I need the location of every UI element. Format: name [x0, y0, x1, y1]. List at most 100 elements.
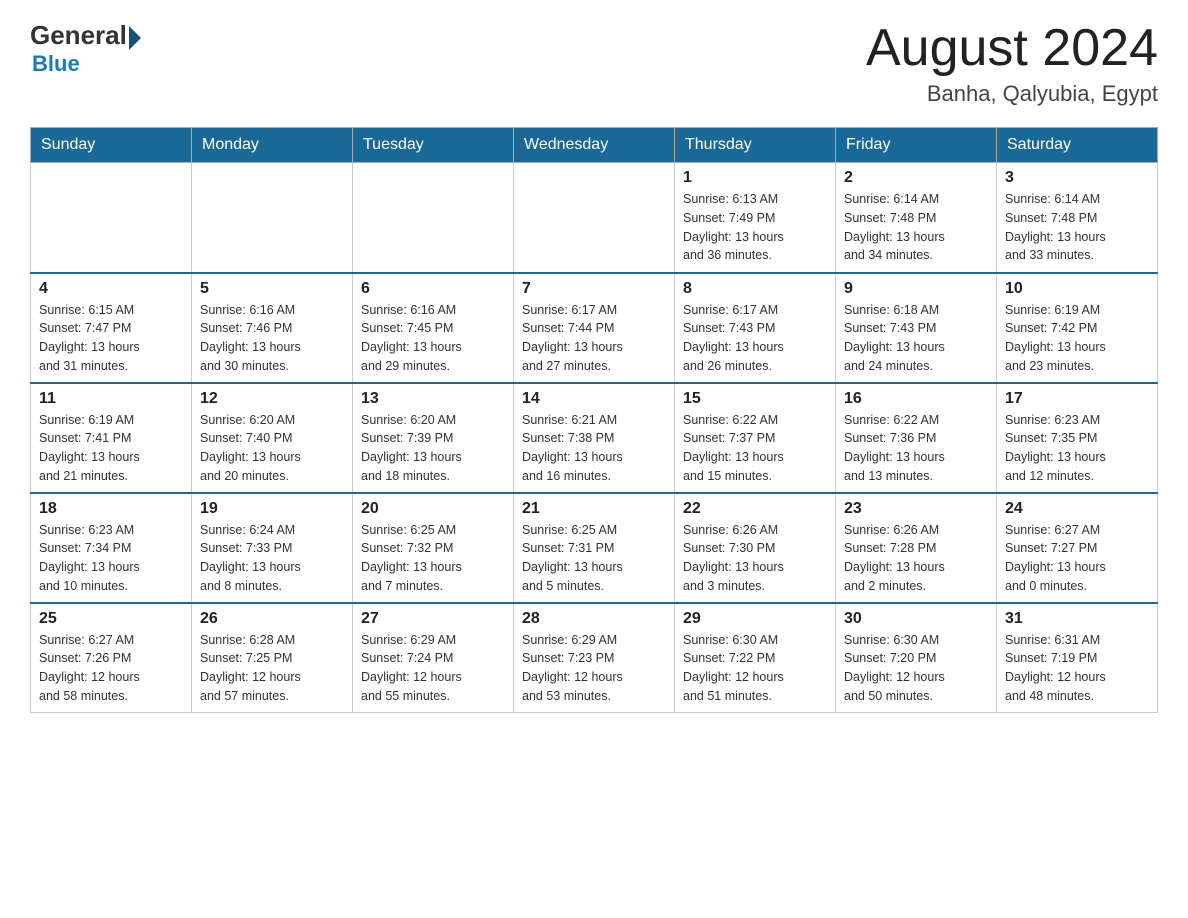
calendar-table: SundayMondayTuesdayWednesdayThursdayFrid… — [30, 127, 1158, 713]
calendar-day-cell: 3 Sunrise: 6:14 AM Sunset: 7:48 PM Daylig… — [997, 163, 1158, 273]
day-info: Sunrise: 6:30 AM Sunset: 7:22 PM Dayligh… — [683, 631, 827, 706]
day-number: 23 — [844, 500, 988, 518]
calendar-day-cell — [353, 163, 514, 273]
day-info: Sunrise: 6:25 AM Sunset: 7:32 PM Dayligh… — [361, 521, 505, 596]
day-number: 21 — [522, 500, 666, 518]
column-header-tuesday: Tuesday — [353, 128, 514, 163]
calendar-day-cell — [514, 163, 675, 273]
day-info: Sunrise: 6:20 AM Sunset: 7:39 PM Dayligh… — [361, 411, 505, 486]
calendar-day-cell: 31 Sunrise: 6:31 AM Sunset: 7:19 PM Dayli… — [997, 603, 1158, 713]
calendar-day-cell: 14 Sunrise: 6:21 AM Sunset: 7:38 PM Dayli… — [514, 383, 675, 493]
calendar-day-cell: 11 Sunrise: 6:19 AM Sunset: 7:41 PM Dayli… — [31, 383, 192, 493]
month-title: August 2024 — [866, 20, 1158, 77]
day-info: Sunrise: 6:23 AM Sunset: 7:34 PM Dayligh… — [39, 521, 183, 596]
column-header-saturday: Saturday — [997, 128, 1158, 163]
calendar-day-cell: 28Sunrise: 6:29 AM Sunset: 7:23 PM Dayli… — [514, 603, 675, 713]
calendar-day-cell: 20Sunrise: 6:25 AM Sunset: 7:32 PM Dayli… — [353, 493, 514, 603]
logo-arrow-icon — [129, 26, 141, 50]
day-number: 10 — [1005, 280, 1149, 298]
day-info: Sunrise: 6:20 AM Sunset: 7:40 PM Dayligh… — [200, 411, 344, 486]
day-number: 22 — [683, 500, 827, 518]
title-section: August 2024 Banha, Qalyubia, Egypt — [866, 20, 1158, 107]
day-number: 18 — [39, 500, 183, 518]
calendar-day-cell: 22 Sunrise: 6:26 AM Sunset: 7:30 PM Dayli… — [675, 493, 836, 603]
day-number: 30 — [844, 610, 988, 628]
day-number: 11 — [39, 390, 183, 408]
calendar-day-cell: 13 Sunrise: 6:20 AM Sunset: 7:39 PM Dayli… — [353, 383, 514, 493]
day-number: 12 — [200, 390, 344, 408]
day-info: Sunrise: 6:29 AM Sunset: 7:24 PM Dayligh… — [361, 631, 505, 706]
day-number: 9 — [844, 280, 988, 298]
day-number: 27 — [361, 610, 505, 628]
day-info: Sunrise: 6:16 AM Sunset: 7:45 PM Dayligh… — [361, 301, 505, 376]
calendar-week-row: 4 Sunrise: 6:15 AM Sunset: 7:47 PM Daylig… — [31, 273, 1158, 383]
logo-general-text: General — [30, 20, 127, 51]
calendar-day-cell: 7Sunrise: 6:17 AM Sunset: 7:44 PM Daylig… — [514, 273, 675, 383]
column-header-wednesday: Wednesday — [514, 128, 675, 163]
day-info: Sunrise: 6:17 AM Sunset: 7:43 PM Dayligh… — [683, 301, 827, 376]
day-number: 29 — [683, 610, 827, 628]
calendar-day-cell: 2Sunrise: 6:14 AM Sunset: 7:48 PM Daylig… — [836, 163, 997, 273]
calendar-day-cell: 10 Sunrise: 6:19 AM Sunset: 7:42 PM Dayli… — [997, 273, 1158, 383]
day-number: 15 — [683, 390, 827, 408]
day-info: Sunrise: 6:25 AM Sunset: 7:31 PM Dayligh… — [522, 521, 666, 596]
calendar-day-cell: 6 Sunrise: 6:16 AM Sunset: 7:45 PM Daylig… — [353, 273, 514, 383]
day-number: 19 — [200, 500, 344, 518]
day-info: Sunrise: 6:22 AM Sunset: 7:36 PM Dayligh… — [844, 411, 988, 486]
calendar-day-cell: 19 Sunrise: 6:24 AM Sunset: 7:33 PM Dayli… — [192, 493, 353, 603]
day-info: Sunrise: 6:14 AM Sunset: 7:48 PM Dayligh… — [1005, 190, 1149, 265]
day-number: 1 — [683, 169, 827, 187]
day-number: 6 — [361, 280, 505, 298]
day-info: Sunrise: 6:19 AM Sunset: 7:41 PM Dayligh… — [39, 411, 183, 486]
calendar-day-cell: 8 Sunrise: 6:17 AM Sunset: 7:43 PM Daylig… — [675, 273, 836, 383]
calendar-week-row: 1 Sunrise: 6:13 AM Sunset: 7:49 PM Daylig… — [31, 163, 1158, 273]
day-info: Sunrise: 6:14 AM Sunset: 7:48 PM Dayligh… — [844, 190, 988, 265]
logo: General Blue — [30, 20, 141, 77]
day-info: Sunrise: 6:28 AM Sunset: 7:25 PM Dayligh… — [200, 631, 344, 706]
calendar-day-cell: 17Sunrise: 6:23 AM Sunset: 7:35 PM Dayli… — [997, 383, 1158, 493]
day-number: 25 — [39, 610, 183, 628]
day-info: Sunrise: 6:21 AM Sunset: 7:38 PM Dayligh… — [522, 411, 666, 486]
day-info: Sunrise: 6:17 AM Sunset: 7:44 PM Dayligh… — [522, 301, 666, 376]
day-number: 3 — [1005, 169, 1149, 187]
calendar-day-cell — [31, 163, 192, 273]
calendar-header-row: SundayMondayTuesdayWednesdayThursdayFrid… — [31, 128, 1158, 163]
column-header-sunday: Sunday — [31, 128, 192, 163]
day-info: Sunrise: 6:16 AM Sunset: 7:46 PM Dayligh… — [200, 301, 344, 376]
day-info: Sunrise: 6:27 AM Sunset: 7:26 PM Dayligh… — [39, 631, 183, 706]
column-header-thursday: Thursday — [675, 128, 836, 163]
day-info: Sunrise: 6:26 AM Sunset: 7:30 PM Dayligh… — [683, 521, 827, 596]
calendar-day-cell: 5Sunrise: 6:16 AM Sunset: 7:46 PM Daylig… — [192, 273, 353, 383]
calendar-day-cell: 4 Sunrise: 6:15 AM Sunset: 7:47 PM Daylig… — [31, 273, 192, 383]
calendar-day-cell: 26Sunrise: 6:28 AM Sunset: 7:25 PM Dayli… — [192, 603, 353, 713]
calendar-day-cell — [192, 163, 353, 273]
day-info: Sunrise: 6:15 AM Sunset: 7:47 PM Dayligh… — [39, 301, 183, 376]
day-number: 14 — [522, 390, 666, 408]
calendar-week-row: 18 Sunrise: 6:23 AM Sunset: 7:34 PM Dayli… — [31, 493, 1158, 603]
day-info: Sunrise: 6:31 AM Sunset: 7:19 PM Dayligh… — [1005, 631, 1149, 706]
column-header-monday: Monday — [192, 128, 353, 163]
day-info: Sunrise: 6:24 AM Sunset: 7:33 PM Dayligh… — [200, 521, 344, 596]
day-number: 31 — [1005, 610, 1149, 628]
calendar-day-cell: 15 Sunrise: 6:22 AM Sunset: 7:37 PM Dayli… — [675, 383, 836, 493]
calendar-week-row: 11 Sunrise: 6:19 AM Sunset: 7:41 PM Dayli… — [31, 383, 1158, 493]
calendar-day-cell: 16Sunrise: 6:22 AM Sunset: 7:36 PM Dayli… — [836, 383, 997, 493]
page-header: General Blue August 2024 Banha, Qalyubia… — [30, 20, 1158, 107]
day-info: Sunrise: 6:27 AM Sunset: 7:27 PM Dayligh… — [1005, 521, 1149, 596]
day-info: Sunrise: 6:13 AM Sunset: 7:49 PM Dayligh… — [683, 190, 827, 265]
calendar-day-cell: 12 Sunrise: 6:20 AM Sunset: 7:40 PM Dayli… — [192, 383, 353, 493]
calendar-day-cell: 23 Sunrise: 6:26 AM Sunset: 7:28 PM Dayli… — [836, 493, 997, 603]
day-info: Sunrise: 6:22 AM Sunset: 7:37 PM Dayligh… — [683, 411, 827, 486]
day-info: Sunrise: 6:18 AM Sunset: 7:43 PM Dayligh… — [844, 301, 988, 376]
day-number: 28 — [522, 610, 666, 628]
day-info: Sunrise: 6:19 AM Sunset: 7:42 PM Dayligh… — [1005, 301, 1149, 376]
location-title: Banha, Qalyubia, Egypt — [866, 81, 1158, 107]
calendar-day-cell: 18 Sunrise: 6:23 AM Sunset: 7:34 PM Dayli… — [31, 493, 192, 603]
day-number: 4 — [39, 280, 183, 298]
day-number: 8 — [683, 280, 827, 298]
day-number: 13 — [361, 390, 505, 408]
day-info: Sunrise: 6:30 AM Sunset: 7:20 PM Dayligh… — [844, 631, 988, 706]
column-header-friday: Friday — [836, 128, 997, 163]
day-info: Sunrise: 6:26 AM Sunset: 7:28 PM Dayligh… — [844, 521, 988, 596]
calendar-day-cell: 29 Sunrise: 6:30 AM Sunset: 7:22 PM Dayli… — [675, 603, 836, 713]
